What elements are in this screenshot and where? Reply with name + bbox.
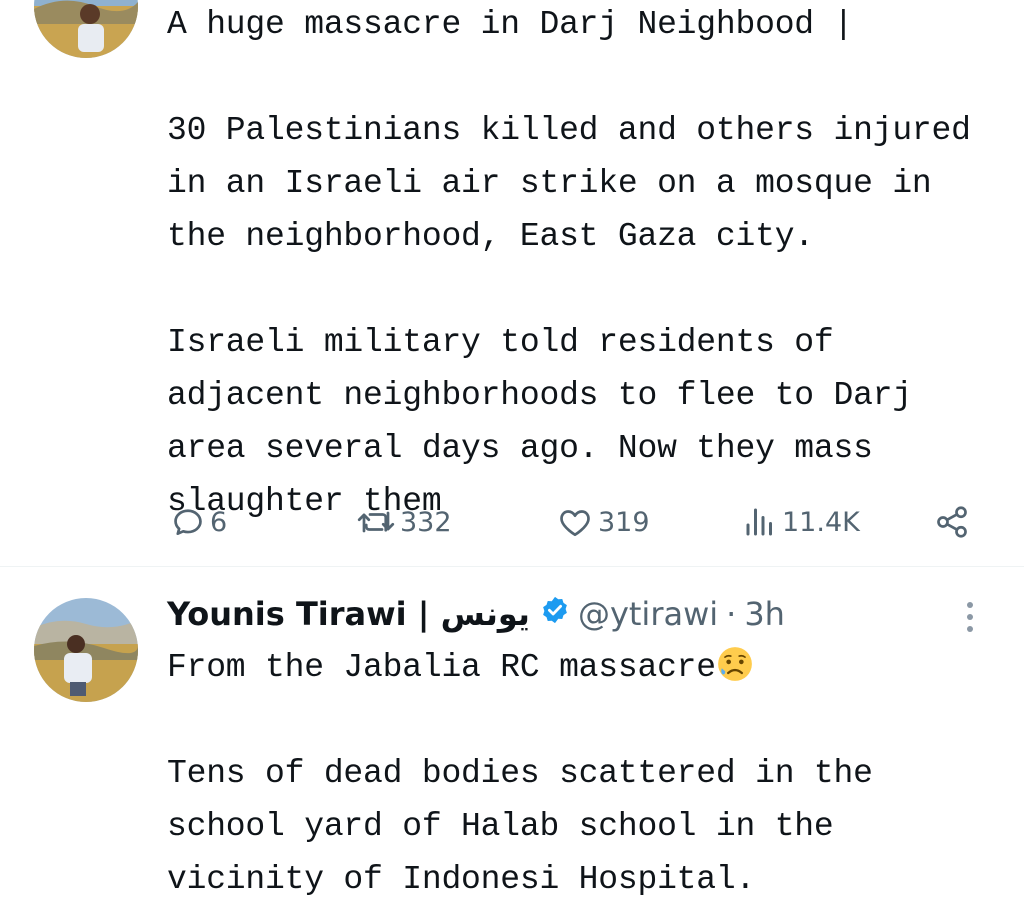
reply-icon bbox=[174, 509, 202, 536]
avatar-image bbox=[34, 0, 138, 58]
reply-button[interactable]: 6 bbox=[170, 495, 227, 549]
display-name[interactable]: Younis Tirawi | يونس bbox=[167, 595, 530, 633]
like-count: 319 bbox=[598, 506, 650, 538]
tweet-text-line1: From the Jabalia RC massacre bbox=[167, 649, 716, 686]
like-icon bbox=[560, 510, 590, 537]
repost-icon bbox=[357, 511, 395, 533]
avatar[interactable] bbox=[34, 598, 138, 702]
views-icon bbox=[746, 508, 772, 536]
tweet-text-body: Tens of dead bodies scattered in the sch… bbox=[167, 755, 873, 898]
tweet-text: A huge massacre in Darj Neighbood | 30 P… bbox=[167, 6, 971, 520]
tweet-text: From the Jabalia RC massacre Tens of dea… bbox=[167, 641, 987, 906]
share-icon bbox=[937, 506, 967, 538]
repost-count: 332 bbox=[400, 506, 452, 538]
reply-count: 6 bbox=[210, 506, 228, 538]
tweet-header: Younis Tirawi | يونس @ytirawi · 3h bbox=[167, 593, 785, 635]
timeline-feed: A huge massacre in Darj Neighbood | 30 P… bbox=[0, 0, 1024, 905]
verified-badge-icon bbox=[540, 595, 570, 633]
timestamp[interactable]: 3h bbox=[744, 595, 785, 633]
avatar-image bbox=[34, 598, 138, 702]
views-count: 11.4K bbox=[782, 506, 860, 538]
tweet[interactable]: Younis Tirawi | يونس @ytirawi · 3h From … bbox=[0, 567, 1024, 905]
avatar[interactable] bbox=[34, 0, 138, 58]
tweet[interactable]: A huge massacre in Darj Neighbood | 30 P… bbox=[0, 0, 1024, 566]
user-handle[interactable]: @ytirawi bbox=[578, 595, 718, 633]
separator-dot: · bbox=[726, 595, 737, 633]
more-options-icon[interactable] bbox=[958, 597, 982, 637]
repost-button[interactable]: 332 bbox=[356, 495, 452, 549]
like-button[interactable]: 319 bbox=[556, 495, 650, 549]
share-button[interactable] bbox=[934, 495, 974, 549]
sad-face-emoji-icon bbox=[718, 647, 752, 681]
views-button[interactable]: 11.4K bbox=[742, 495, 860, 549]
tweet-actions: 6 332 319 11.4K bbox=[0, 495, 1024, 549]
